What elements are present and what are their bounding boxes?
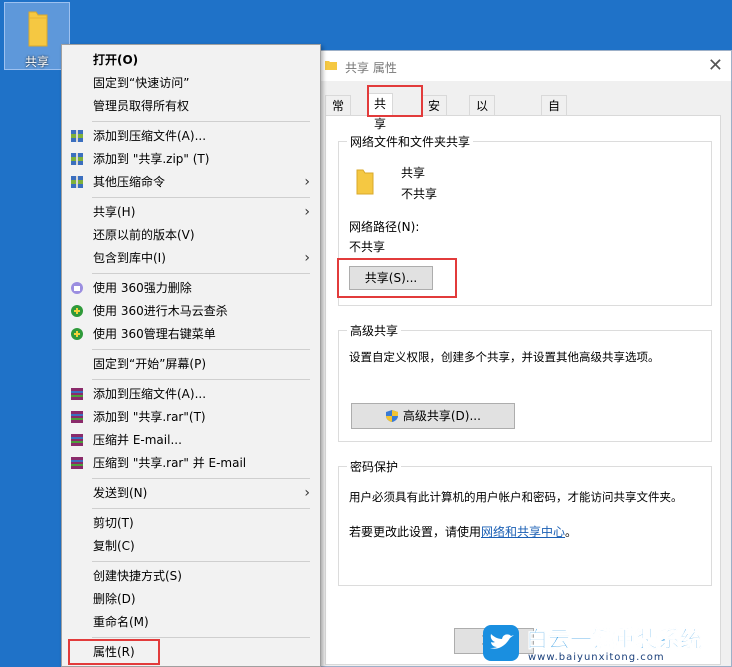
tab-previous-versions[interactable]: 以前的版本 bbox=[469, 95, 496, 193]
advanced-sharing-button[interactable]: 高级共享(D)... bbox=[351, 403, 515, 429]
advanced-sharing-description: 设置自定义权限，创建多个共享，并设置其他高级共享选项。 bbox=[349, 350, 660, 364]
360-scan-icon bbox=[71, 328, 83, 340]
menu-item-360-force-delete[interactable]: 使用 360强力删除 bbox=[62, 277, 320, 299]
rar-icon bbox=[71, 388, 83, 400]
360-scan-icon bbox=[71, 305, 83, 317]
window-titlebar: 共享 属性 ✕ bbox=[319, 51, 731, 81]
menu-separator bbox=[92, 349, 310, 350]
menu-separator bbox=[92, 273, 310, 274]
folder-icon bbox=[356, 169, 374, 195]
tab-sharing[interactable]: 共享 bbox=[367, 93, 394, 131]
menu-item-360-manage-menu[interactable]: 使用 360管理右键菜单 bbox=[62, 323, 320, 345]
menu-item-restore-versions[interactable]: 还原以前的版本(V) bbox=[62, 224, 320, 246]
chevron-right-icon: › bbox=[304, 485, 310, 501]
network-sharing-center-link[interactable]: 网络和共享中心 bbox=[481, 525, 565, 539]
menu-separator bbox=[92, 637, 310, 638]
winrar-icon bbox=[71, 176, 83, 188]
folder-icon bbox=[28, 11, 48, 47]
winrar-icon bbox=[71, 130, 83, 142]
winrar-icon bbox=[71, 153, 83, 165]
password-protection-text: 用户必须具有此计算机的用户帐户和密码，才能访问共享文件夹。 bbox=[349, 490, 683, 504]
menu-separator bbox=[92, 478, 310, 479]
close-icon[interactable]: ✕ bbox=[708, 55, 723, 76]
menu-item-open[interactable]: 打开(O) bbox=[62, 49, 320, 71]
menu-item-share[interactable]: 共享(H) › bbox=[62, 201, 320, 223]
menu-item-properties[interactable]: 属性(R) bbox=[62, 641, 320, 663]
network-sharing-title: 网络文件和文件夹共享 bbox=[347, 133, 474, 150]
tab-security[interactable]: 安全 bbox=[421, 95, 448, 133]
chevron-right-icon: › bbox=[304, 250, 310, 266]
menu-item-create-shortcut[interactable]: 创建快捷方式(S) bbox=[62, 565, 320, 587]
rar-icon bbox=[71, 434, 83, 446]
password-change-prefix: 若要更改此设置，请使用 bbox=[349, 525, 482, 539]
menu-separator bbox=[92, 508, 310, 509]
menu-item-cut[interactable]: 剪切(T) bbox=[62, 512, 320, 534]
watermark-url: www.baiyunxitong.com bbox=[528, 652, 665, 663]
window-title: 共享 属性 bbox=[345, 61, 397, 75]
menu-item-rename[interactable]: 重命名(M) bbox=[62, 611, 320, 633]
menu-item-add-archive-zip[interactable]: 添加到压缩文件(A)... bbox=[62, 125, 320, 147]
menu-item-pin-quick-access[interactable]: 固定到“快速访问” bbox=[62, 72, 320, 94]
uac-shield-icon bbox=[386, 410, 399, 422]
menu-item-copy[interactable]: 复制(C) bbox=[62, 535, 320, 557]
chevron-right-icon: › bbox=[304, 174, 310, 190]
menu-separator bbox=[92, 197, 310, 198]
watermark: 白云一键重装系统 www.baiyunxitong.com bbox=[482, 622, 732, 667]
rar-icon bbox=[71, 411, 83, 423]
chevron-right-icon: › bbox=[304, 204, 310, 220]
bird-logo-icon bbox=[483, 625, 519, 661]
share-state: 不共享 bbox=[401, 187, 438, 201]
menu-item-compress-rar-email[interactable]: 压缩到 "共享.rar" 并 E-mail bbox=[62, 452, 320, 474]
tab-general[interactable]: 常规 bbox=[325, 95, 352, 133]
menu-separator bbox=[92, 121, 310, 122]
share-button[interactable]: 共享(S)... bbox=[349, 266, 433, 290]
network-path-value: 不共享 bbox=[349, 240, 386, 254]
watermark-brand: 白云一键重装系统 bbox=[526, 628, 703, 654]
desktop-folder-label: 共享 bbox=[24, 55, 49, 69]
menu-item-delete[interactable]: 删除(D) bbox=[62, 588, 320, 610]
advanced-sharing-button-label: 高级共享(D)... bbox=[402, 409, 481, 423]
password-change-text: 若要更改此设置，请使用网络和共享中心。 bbox=[349, 523, 577, 540]
password-protection-group: 密码保护 用户必须具有此计算机的用户帐户和密码，才能访问共享文件夹。 若要更改此… bbox=[338, 458, 712, 586]
advanced-sharing-group: 高级共享 设置自定义权限，创建多个共享，并设置其他高级共享选项。 高级共享(D)… bbox=[338, 322, 712, 442]
menu-item-add-to-rar[interactable]: 添加到 "共享.rar"(T) bbox=[62, 406, 320, 428]
menu-item-rar-add-archive[interactable]: 添加到压缩文件(A)... bbox=[62, 383, 320, 405]
properties-window: 共享 属性 ✕ 常规 共享 安全 以前的版本 自定义 网络文件和文件夹共享 共享… bbox=[318, 50, 732, 667]
menu-item-other-compress[interactable]: 其他压缩命令 › bbox=[62, 171, 320, 193]
sharing-tab-panel: 网络文件和文件夹共享 共享 不共享 网络路径(N): 不共享 共享(S)... … bbox=[325, 115, 721, 665]
menu-item-compress-email[interactable]: 压缩并 E-mail... bbox=[62, 429, 320, 451]
menu-item-add-to-zip[interactable]: 添加到 "共享.zip" (T) bbox=[62, 148, 320, 170]
menu-item-pin-start[interactable]: 固定到“开始”屏幕(P) bbox=[62, 353, 320, 375]
menu-item-360-trojan-scan[interactable]: 使用 360进行木马云查杀 bbox=[62, 300, 320, 322]
shared-folder-name: 共享 bbox=[401, 166, 426, 180]
folder-icon bbox=[325, 61, 337, 70]
menu-separator bbox=[92, 561, 310, 562]
menu-item-include-library[interactable]: 包含到库中(I) › bbox=[62, 247, 320, 269]
network-path-label: 网络路径(N): bbox=[349, 220, 420, 234]
tab-customize[interactable]: 自定义 bbox=[541, 95, 568, 153]
360-delete-icon bbox=[71, 282, 83, 294]
rar-icon bbox=[71, 457, 83, 469]
advanced-sharing-title: 高级共享 bbox=[347, 322, 402, 339]
menu-item-take-ownership[interactable]: 管理员取得所有权 bbox=[62, 95, 320, 117]
menu-item-send-to[interactable]: 发送到(N) › bbox=[62, 482, 320, 504]
menu-separator bbox=[92, 379, 310, 380]
password-protection-title: 密码保护 bbox=[347, 458, 402, 475]
network-sharing-group: 网络文件和文件夹共享 共享 不共享 网络路径(N): 不共享 共享(S)... bbox=[337, 133, 712, 306]
context-menu: 打开(O) 固定到“快速访问” 管理员取得所有权 添加到压缩文件(A)... 添… bbox=[61, 44, 321, 667]
password-change-suffix: 。 bbox=[565, 525, 578, 539]
